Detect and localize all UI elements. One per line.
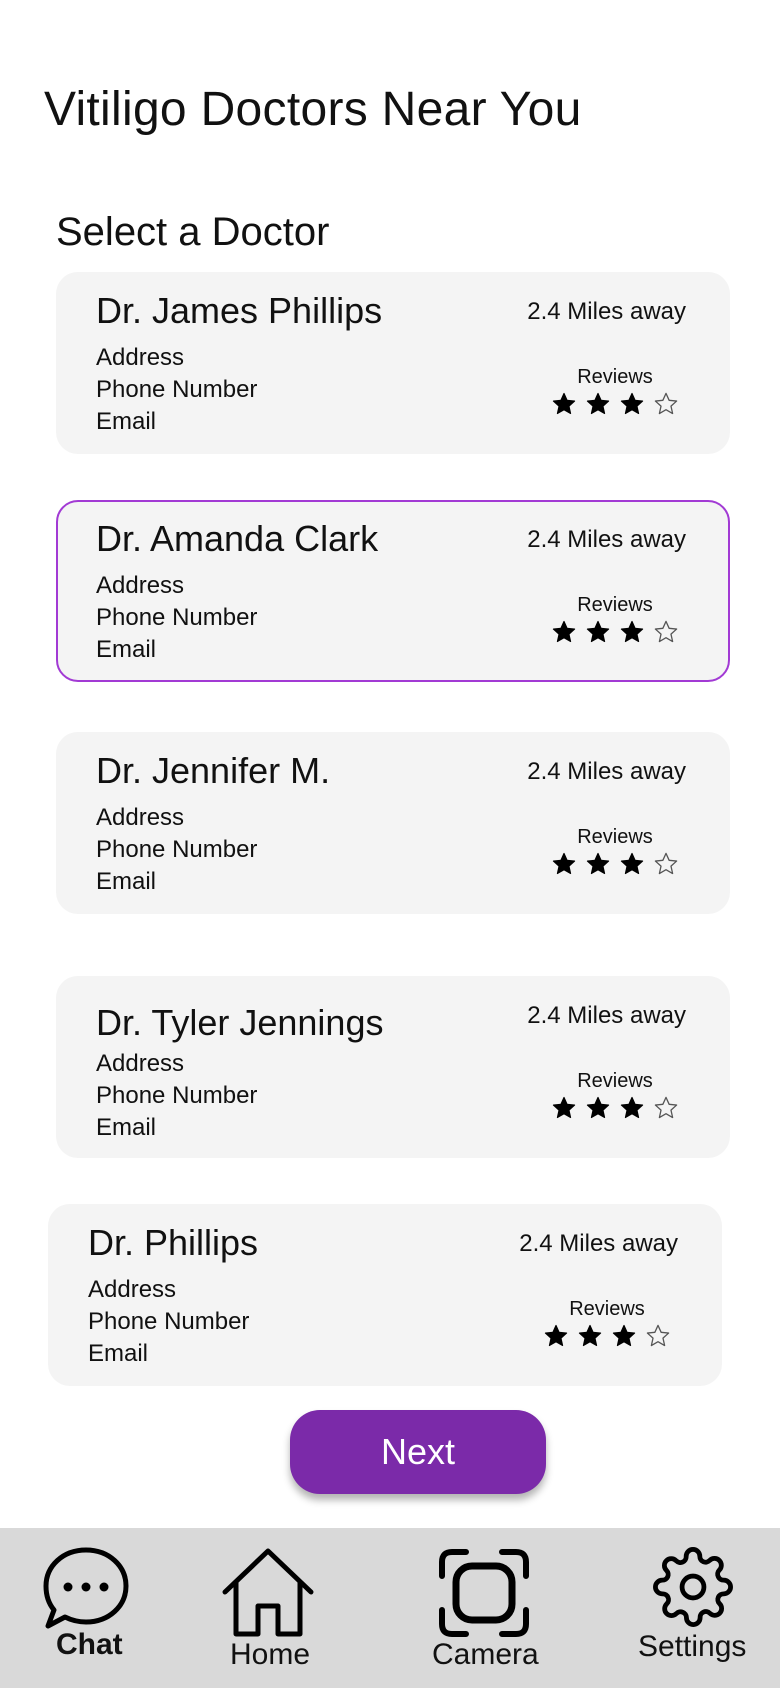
doctor-distance: 2.4 Miles away	[527, 526, 686, 553]
doctor-distance: 2.4 Miles away	[527, 298, 686, 325]
doctor-card[interactable]: Dr. Tyler Jennings 2.4 Miles away Addres…	[56, 976, 730, 1158]
star-empty-icon	[654, 1096, 678, 1119]
doctor-address: Address	[88, 1276, 177, 1303]
reviews-label: Reviews	[577, 1070, 653, 1092]
doctor-email: Email	[96, 408, 157, 435]
doctor-reviews: Reviews	[550, 594, 680, 645]
doctor-phone: Phone Number	[96, 604, 258, 631]
star-empty-icon	[654, 620, 678, 643]
star-filled-icon	[612, 1324, 636, 1347]
doctor-distance: 2.4 Miles away	[519, 1230, 678, 1257]
doctor-name: Dr. Tyler Jennings	[96, 1002, 384, 1043]
doctor-address: Address	[96, 1050, 185, 1077]
doctor-email: Email	[96, 868, 157, 895]
doctor-distance: 2.4 Miles away	[527, 1002, 686, 1029]
star-filled-icon	[620, 620, 644, 643]
star-rating	[551, 1095, 679, 1121]
reviews-label: Reviews	[577, 594, 653, 616]
tab-camera-label: Camera	[432, 1638, 539, 1671]
doctor-address: Address	[96, 344, 185, 371]
doctor-distance: 2.4 Miles away	[527, 758, 686, 785]
star-filled-icon	[586, 392, 610, 415]
tab-camera[interactable]: Camera	[420, 1528, 570, 1688]
chat-bubble-icon	[43, 1547, 129, 1629]
doctor-card[interactable]: Dr. James Phillips 2.4 Miles away Addres…	[56, 272, 730, 454]
star-filled-icon	[620, 392, 644, 415]
doctor-address: Address	[96, 572, 185, 599]
reviews-label: Reviews	[577, 366, 653, 388]
home-icon	[222, 1548, 314, 1637]
star-filled-icon	[552, 392, 576, 415]
star-filled-icon	[620, 1096, 644, 1119]
star-filled-icon	[552, 620, 576, 643]
doctor-contact-info: Address Phone Number Email	[96, 802, 257, 898]
doctor-reviews: Reviews	[550, 1070, 680, 1121]
camera-frame-icon	[439, 1549, 529, 1637]
star-filled-icon	[586, 1096, 610, 1119]
doctor-address: Address	[96, 804, 185, 831]
doctor-reviews: Reviews	[542, 1298, 672, 1349]
doctor-contact-info: Address Phone Number Email	[96, 1048, 257, 1144]
doctor-contact-info: Address Phone Number Email	[96, 342, 257, 438]
doctor-contact-info: Address Phone Number Email	[96, 570, 257, 666]
doctor-phone: Phone Number	[88, 1308, 250, 1335]
star-filled-icon	[552, 852, 576, 875]
star-rating	[551, 619, 679, 645]
star-filled-icon	[552, 1096, 576, 1119]
star-filled-icon	[620, 852, 644, 875]
doctor-name: Dr. James Phillips	[96, 290, 383, 331]
star-rating	[551, 391, 679, 417]
doctor-email: Email	[96, 636, 157, 663]
doctor-email: Email	[96, 1114, 157, 1141]
section-title: Select a Doctor	[56, 210, 330, 254]
star-filled-icon	[578, 1324, 602, 1347]
doctor-email: Email	[88, 1340, 149, 1367]
doctor-name: Dr. Amanda Clark	[96, 518, 379, 559]
tab-home-label: Home	[230, 1638, 311, 1671]
doctor-reviews: Reviews	[550, 826, 680, 877]
bottom-tab-bar: Chat Home Camera Settings	[0, 1528, 780, 1688]
doctor-name: Dr. Jennifer M.	[96, 750, 331, 791]
doctor-contact-info: Address Phone Number Email	[88, 1274, 249, 1370]
tab-home[interactable]: Home	[200, 1528, 340, 1688]
star-filled-icon	[544, 1324, 568, 1347]
doctor-card[interactable]: Dr. Phillips 2.4 Miles away Address Phon…	[48, 1204, 722, 1386]
doctor-reviews: Reviews	[550, 366, 680, 417]
doctor-phone: Phone Number	[96, 836, 258, 863]
star-filled-icon	[586, 620, 610, 643]
tab-chat[interactable]: Chat	[30, 1528, 150, 1688]
next-button[interactable]: Next	[290, 1410, 546, 1494]
reviews-label: Reviews	[577, 826, 653, 848]
doctor-name: Dr. Phillips	[88, 1222, 259, 1263]
star-rating	[543, 1323, 671, 1349]
star-empty-icon	[646, 1324, 670, 1347]
doctor-phone: Phone Number	[96, 1082, 258, 1109]
star-empty-icon	[654, 852, 678, 875]
doctor-card-selected[interactable]: Dr. Amanda Clark 2.4 Miles away Address …	[56, 500, 730, 682]
star-rating	[551, 851, 679, 877]
tab-settings-label: Settings	[638, 1630, 747, 1663]
tab-chat-label: Chat	[56, 1628, 123, 1661]
tab-settings[interactable]: Settings	[630, 1528, 770, 1688]
doctor-phone: Phone Number	[96, 376, 258, 403]
page-title: Vitiligo Doctors Near You	[44, 83, 582, 136]
gear-icon	[653, 1547, 733, 1627]
doctor-card[interactable]: Dr. Jennifer M. 2.4 Miles away Address P…	[56, 732, 730, 914]
star-filled-icon	[586, 852, 610, 875]
reviews-label: Reviews	[569, 1298, 645, 1320]
star-empty-icon	[654, 392, 678, 415]
